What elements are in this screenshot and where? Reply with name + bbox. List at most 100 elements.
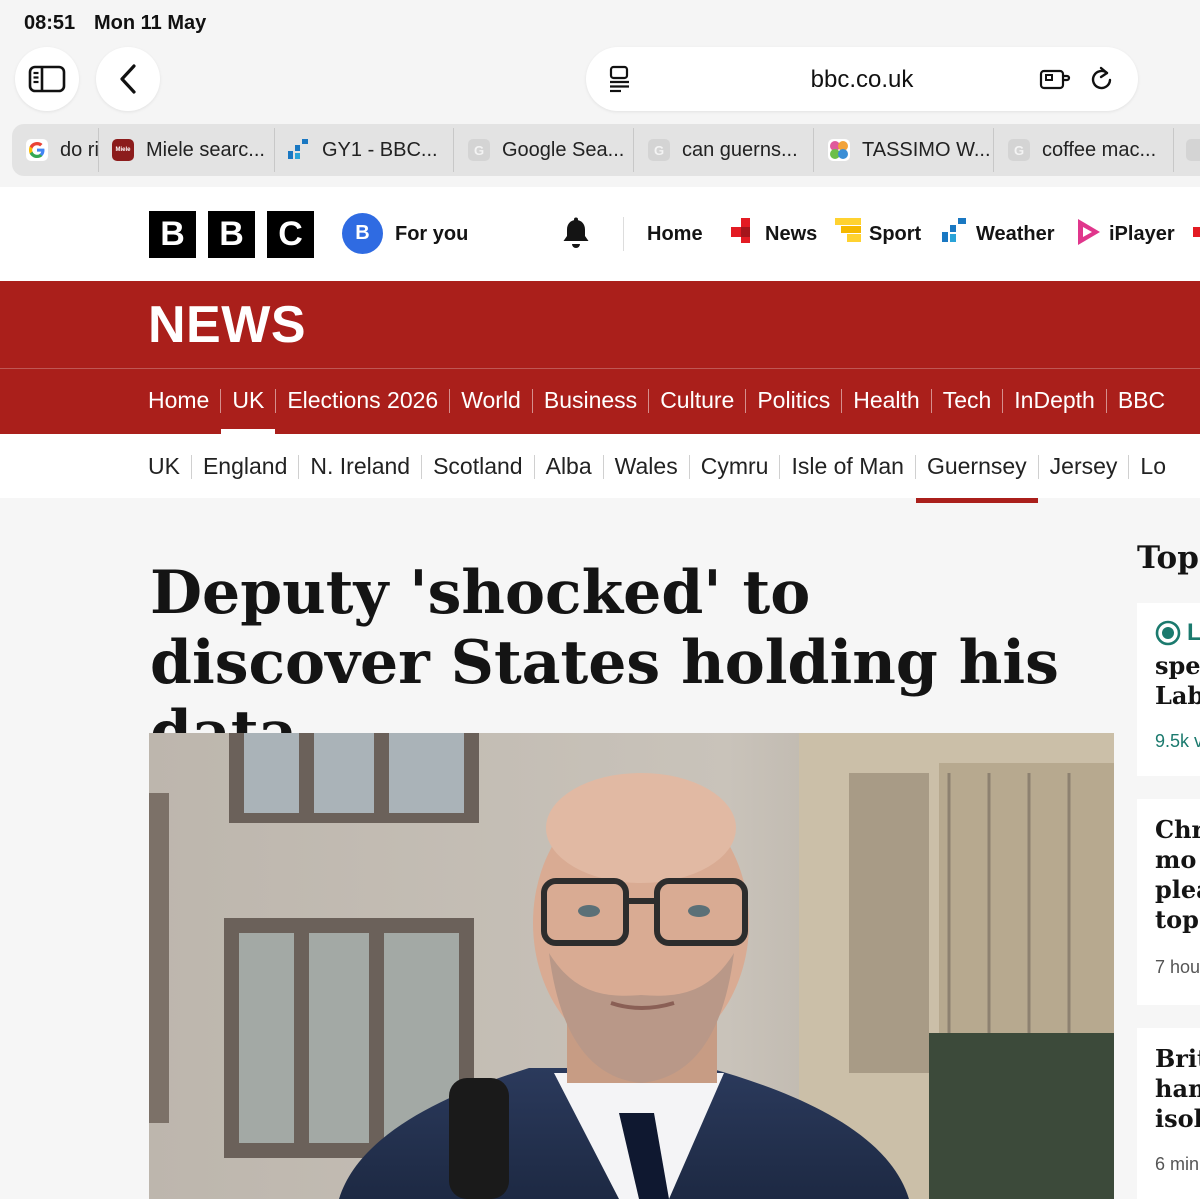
news-nav-health[interactable]: Health — [853, 387, 919, 414]
tab-divider — [1173, 128, 1174, 172]
bbc-logo[interactable]: B B C — [149, 211, 314, 258]
tab-title: do ri — [60, 138, 99, 161]
nav-separator — [1037, 454, 1039, 479]
news-banner: NEWS Home UK Elections 2026 World Busine… — [0, 281, 1200, 434]
browser-tab[interactable]: G coffee mac... — [1008, 124, 1174, 176]
news-nav-indepth[interactable]: InDepth — [1014, 387, 1095, 414]
sub-nav-row: UK England N. Ireland Scotland Alba Wale… — [148, 453, 1166, 503]
browser-tab[interactable]: G Google Sea... — [468, 124, 634, 176]
generic-g-icon: G — [1008, 139, 1030, 161]
top-story-card[interactable]: Chr mo plea top 7 hou — [1137, 799, 1200, 1005]
tab-divider — [453, 128, 454, 172]
back-button[interactable] — [96, 47, 160, 111]
nav-iplayer[interactable]: iPlayer — [1109, 223, 1175, 246]
news-nav-politics[interactable]: Politics — [757, 387, 830, 414]
bbc-top-bar: B B C B For you Home News Sport Weather … — [0, 187, 1200, 281]
uk-sub-nav: UK England N. Ireland Scotland Alba Wale… — [0, 434, 1200, 503]
story-title: Chr mo plea top — [1155, 815, 1200, 934]
bbc-logo-letter: B — [149, 211, 196, 258]
nav-weather[interactable]: Weather — [976, 223, 1055, 246]
miele-icon: Miele — [112, 139, 134, 161]
news-nav-tech[interactable]: Tech — [943, 387, 992, 414]
nav-separator — [1128, 454, 1130, 479]
google-icon — [26, 139, 48, 161]
nav-separator — [841, 388, 843, 413]
browser-tab[interactable]: GY1 - BBC... — [288, 124, 454, 176]
avatar[interactable]: B — [342, 213, 383, 254]
browser-tab[interactable]: do ri — [26, 124, 100, 176]
news-nav-culture[interactable]: Culture — [660, 387, 734, 414]
sidebar-toggle-button[interactable] — [15, 47, 79, 111]
nav-news[interactable]: News — [765, 223, 817, 246]
nav-separator — [220, 388, 222, 413]
live-icon — [1155, 620, 1181, 646]
address-bar[interactable]: bbc.co.uk — [586, 47, 1138, 111]
news-wordmark[interactable]: NEWS — [148, 295, 306, 355]
generic-g-icon: G — [648, 139, 670, 161]
nav-home[interactable]: Home — [647, 223, 703, 246]
story-meta: 6 min — [1155, 1154, 1200, 1174]
iplayer-icon — [1076, 218, 1102, 251]
sub-nav-scotland[interactable]: Scotland — [433, 453, 523, 480]
browser-tab[interactable] — [1186, 124, 1200, 176]
live-badge: L — [1155, 619, 1200, 647]
story-title: spe Lab — [1155, 651, 1200, 710]
extensions-icon[interactable] — [1038, 65, 1072, 93]
news-nav-world[interactable]: World — [461, 387, 521, 414]
sport-icon — [835, 218, 863, 249]
story-meta: 7 hou — [1155, 957, 1200, 977]
browser-tab[interactable]: G can guerns... — [648, 124, 814, 176]
news-nav-uk[interactable]: UK — [221, 387, 276, 434]
nav-separator — [930, 388, 932, 413]
sub-nav-guernsey[interactable]: Guernsey — [915, 453, 1038, 503]
nav-separator — [602, 454, 604, 479]
bell-icon[interactable] — [560, 217, 592, 256]
bbc-logo-letter: C — [267, 211, 314, 258]
sub-nav-wales[interactable]: Wales — [615, 453, 678, 480]
tab-divider — [993, 128, 994, 172]
nav-separator — [190, 454, 192, 479]
bbc-weather-icon — [288, 139, 310, 161]
news-nav-home[interactable]: Home — [148, 387, 209, 414]
sidebar-icon — [28, 65, 66, 93]
nav-separator — [688, 454, 690, 479]
nav-separator — [531, 388, 533, 413]
browser-tab[interactable]: Miele Miele searc... — [112, 124, 284, 176]
sub-nav-northern-ireland[interactable]: N. Ireland — [310, 453, 410, 480]
sub-nav-local[interactable]: Lo — [1140, 453, 1166, 480]
browser-tab[interactable]: TASSIMO W... — [828, 124, 994, 176]
tab-divider — [98, 128, 99, 172]
sub-nav-isle-of-man[interactable]: Isle of Man — [791, 453, 904, 480]
sub-nav-jersey[interactable]: Jersey — [1050, 453, 1118, 480]
tab-title: Miele searc... — [146, 138, 265, 161]
tab-bar: do ri Miele Miele searc... GY1 - BBC... … — [12, 124, 1200, 176]
for-you-link[interactable]: For you — [395, 223, 468, 246]
sub-nav-england[interactable]: England — [203, 453, 287, 480]
nav-separator — [275, 388, 277, 413]
story-meta: 9.5k v — [1155, 731, 1200, 751]
news-nav-elections[interactable]: Elections 2026 — [287, 387, 438, 414]
nav-separator — [779, 454, 781, 479]
sub-nav-uk[interactable]: UK — [148, 453, 180, 480]
sub-nav-alba[interactable]: Alba — [546, 453, 592, 480]
nav-separator — [648, 388, 650, 413]
nav-separator — [1105, 388, 1107, 413]
sub-nav-cymru[interactable]: Cymru — [701, 453, 769, 480]
news-nav-business[interactable]: Business — [544, 387, 637, 414]
news-nav-bbc-verify[interactable]: BBC — [1118, 387, 1165, 414]
generic-g-icon — [1186, 139, 1200, 161]
status-date: Mon 11 May — [94, 12, 207, 34]
top-story-card[interactable]: L spe Lab 9.5k v — [1137, 603, 1200, 776]
nav-separator — [298, 454, 300, 479]
tab-title: coffee mac... — [1042, 138, 1157, 161]
nav-separator — [449, 388, 451, 413]
tab-title: GY1 - BBC... — [322, 138, 438, 161]
reload-icon[interactable] — [1088, 65, 1116, 93]
more-nav-icon — [1193, 227, 1200, 237]
tab-divider — [813, 128, 814, 172]
status-time: 08:51 — [24, 12, 76, 34]
top-story-card[interactable]: Brit ham isol 6 min — [1137, 1028, 1200, 1199]
browser-chrome: 08:51 Mon 11 May bbc.co.uk do ri Miele M… — [0, 0, 1200, 187]
top-stories-heading: Top — [1137, 540, 1199, 576]
nav-sport[interactable]: Sport — [869, 223, 921, 246]
